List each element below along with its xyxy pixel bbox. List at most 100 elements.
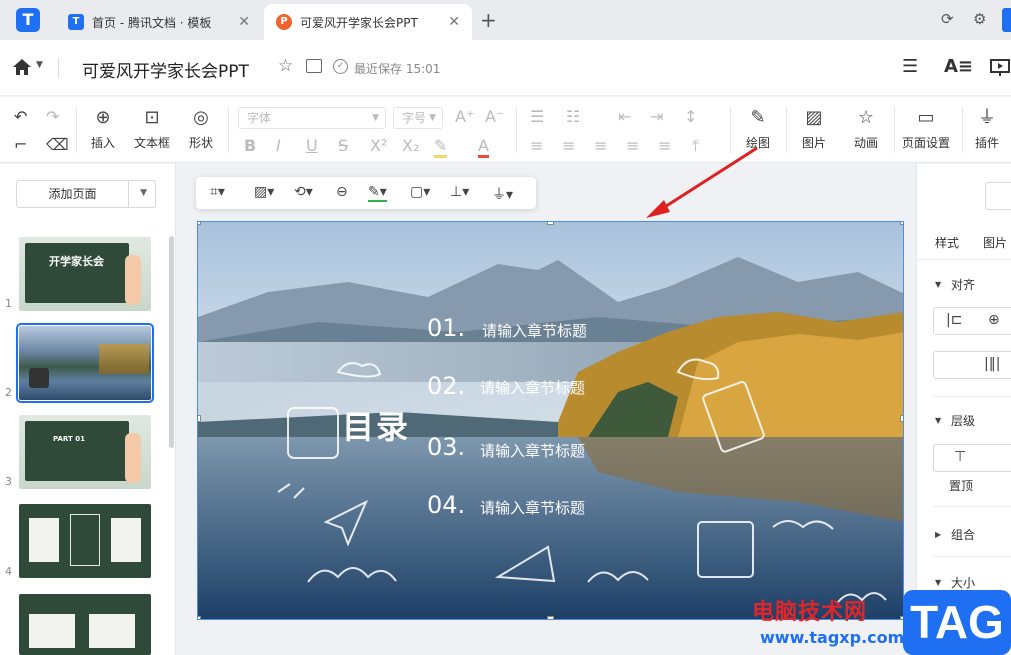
increase-indent-icon[interactable]: ⇥ <box>650 107 663 126</box>
insert-button[interactable]: ⊕ 插入 <box>84 107 122 151</box>
present-icon[interactable] <box>990 58 1010 78</box>
vertical-align-icon[interactable]: ⤒ <box>692 136 699 156</box>
toc-title[interactable]: 请输入章节标题 <box>480 440 585 461</box>
font-color-icon[interactable]: A <box>478 136 489 158</box>
toc-title[interactable]: 请输入章节标题 <box>482 320 587 341</box>
resize-handle[interactable] <box>547 616 554 619</box>
align-right-icon[interactable]: ≡ <box>594 136 607 155</box>
font-size-select[interactable]: 字号 ▼ <box>393 107 443 129</box>
chevron-down-icon[interactable]: ▼ <box>36 60 43 70</box>
text-format-icon[interactable]: A≡ <box>944 56 973 77</box>
menu-icon[interactable]: ☰ <box>902 56 918 77</box>
distribute-icon[interactable]: ≡ <box>658 136 671 155</box>
justify-icon[interactable]: ≡ <box>626 136 639 155</box>
slide-main[interactable] <box>197 221 904 620</box>
align-icon[interactable]: ⊥▾ <box>450 184 469 200</box>
plugin-button[interactable]: ⏚ 插件 <box>968 107 1006 151</box>
highlight-icon[interactable]: ✎ <box>434 136 448 158</box>
redo-icon[interactable]: ↷ <box>46 107 59 126</box>
toc-title[interactable]: 请输入章节标题 <box>480 377 585 398</box>
align-left-icon[interactable]: ≡ <box>530 136 543 155</box>
draw-button[interactable]: ✎ 绘图 <box>740 107 776 151</box>
shape-button[interactable]: ◎ 形状 <box>182 107 220 151</box>
undo-icon[interactable]: ↶ <box>14 107 27 126</box>
increase-font-icon[interactable]: A⁺ <box>455 107 474 126</box>
align-left-icon[interactable]: |⊏ <box>946 312 962 328</box>
bold-icon[interactable]: B <box>244 136 256 155</box>
border-color-icon[interactable]: ✎▾ <box>368 184 387 202</box>
font-family-select[interactable]: 字体 ▼ <box>238 107 386 129</box>
tencent-docs-logo[interactable]: T <box>16 8 40 32</box>
section-group[interactable]: 组合 <box>951 526 975 543</box>
tab-style[interactable]: 样式 <box>935 234 959 251</box>
align-center-icon[interactable]: ⊕ <box>988 312 1000 328</box>
picture-button[interactable]: ▨ 图片 <box>794 107 834 151</box>
align-center-icon[interactable]: ≡ <box>562 136 575 155</box>
section-layer[interactable]: 层级 <box>951 412 975 429</box>
slide-thumbnail-5[interactable] <box>19 594 151 655</box>
more-icon[interactable]: ⏚▾ <box>492 184 513 204</box>
flip-icon[interactable]: ⊖ <box>336 184 348 200</box>
slide-thumbnail-2[interactable] <box>16 323 154 403</box>
slide-thumbnail-4[interactable] <box>19 504 151 578</box>
italic-icon[interactable]: I <box>276 136 281 155</box>
chevron-down-icon[interactable]: ▼ <box>935 578 941 587</box>
close-icon[interactable]: ✕ <box>448 14 460 30</box>
textbox-button[interactable]: ⊡ 文本框 <box>130 107 174 151</box>
home-icon[interactable] <box>12 58 32 76</box>
gear-icon[interactable]: ⚙ <box>973 10 986 28</box>
resize-handle[interactable] <box>198 222 201 225</box>
image-icon[interactable]: ▨▾ <box>254 184 274 200</box>
decrease-indent-icon[interactable]: ⇤ <box>618 107 631 126</box>
new-tab-icon[interactable]: + <box>480 8 497 32</box>
chevron-right-icon[interactable]: ▶ <box>935 530 941 539</box>
shadow-icon[interactable]: ▢▾ <box>410 184 430 200</box>
eraser-icon[interactable]: ⌫ <box>46 135 69 154</box>
resize-handle[interactable] <box>198 415 201 422</box>
format-painter-icon[interactable]: ⌐ <box>14 135 27 154</box>
section-align[interactable]: 对齐 <box>951 276 975 293</box>
resize-handle[interactable] <box>900 415 903 422</box>
chevron-down-icon[interactable]: ▼ <box>140 188 147 198</box>
toc-title[interactable]: 请输入章节标题 <box>480 497 585 518</box>
close-icon[interactable]: ✕ <box>238 14 250 30</box>
toc-number[interactable]: 02. <box>427 372 465 400</box>
superscript-icon[interactable]: X² <box>370 136 387 155</box>
section-size[interactable]: 大小 <box>951 574 975 591</box>
tab-picture[interactable]: 图片 <box>983 234 1007 251</box>
star-icon[interactable]: ☆ <box>278 56 293 76</box>
bullet-list-icon[interactable]: ☰ <box>530 107 544 126</box>
toc-number[interactable]: 01. <box>427 314 465 342</box>
subscript-icon[interactable]: X₂ <box>402 136 419 155</box>
move-to-folder-icon[interactable] <box>306 59 322 73</box>
chevron-down-icon[interactable]: ▼ <box>935 280 941 289</box>
tab-home[interactable]: T 首页 - 腾讯文档 · 模板 ✕ <box>56 4 262 40</box>
toc-number[interactable]: 04. <box>427 491 465 519</box>
document-title[interactable]: 可爱风开学家长会PPT <box>82 57 249 82</box>
panel-button[interactable] <box>985 182 1011 210</box>
crop-icon[interactable]: ⌗▾ <box>210 184 225 200</box>
slide-title[interactable]: 目录 <box>342 402 410 448</box>
slide-thumbnail-3[interactable]: PART 01 <box>19 415 151 489</box>
underline-icon[interactable]: U <box>306 136 318 155</box>
resize-handle[interactable] <box>547 222 554 225</box>
refresh-icon[interactable]: ⟳ <box>941 10 954 28</box>
toc-number[interactable]: 03. <box>427 433 465 461</box>
resize-handle[interactable] <box>198 616 201 619</box>
strikethrough-icon[interactable]: S <box>338 136 348 155</box>
numbered-list-icon[interactable]: ☷ <box>566 107 580 126</box>
scrollbar[interactable] <box>169 236 174 448</box>
page-setup-button[interactable]: ▭ 页面设置 <box>898 107 954 151</box>
bring-to-front-icon[interactable]: ⊤ <box>954 449 966 465</box>
line-spacing-icon[interactable]: ↕ <box>684 107 697 126</box>
distribute-button[interactable]: |‖| <box>933 351 1011 379</box>
add-page-button[interactable]: 添加页面 ▼ <box>16 180 156 208</box>
tab-ppt[interactable]: P 可爱风开学家长会PPT ✕ <box>264 4 472 40</box>
chevron-down-icon[interactable]: ▼ <box>935 416 941 425</box>
replace-image-icon[interactable]: ⟲▾ <box>294 184 313 200</box>
animation-button[interactable]: ☆ 动画 <box>846 107 886 151</box>
resize-handle[interactable] <box>900 222 903 225</box>
slide-thumbnail-1[interactable]: 开学家长会 <box>19 237 151 311</box>
user-button[interactable] <box>1002 8 1011 32</box>
decrease-font-icon[interactable]: A⁻ <box>485 107 504 126</box>
